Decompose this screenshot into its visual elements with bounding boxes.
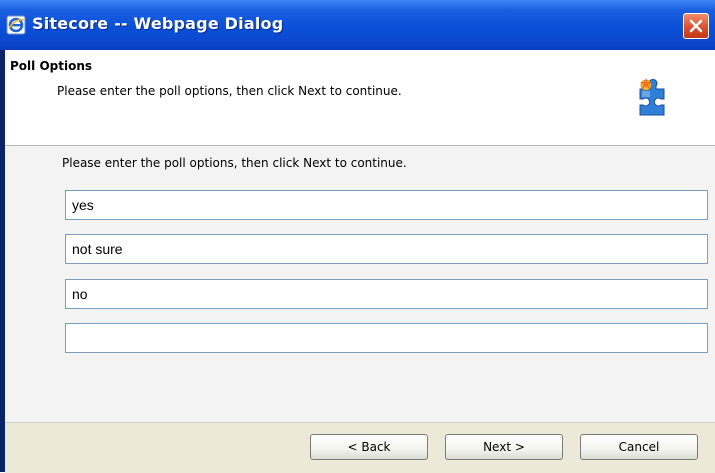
wizard-body: Please enter the poll options, then clic… (5, 146, 715, 422)
close-icon (689, 19, 703, 33)
ie-page-icon (6, 15, 26, 35)
back-button[interactable]: < Back (310, 434, 428, 460)
dialog-window: Sitecore -- Webpage Dialog Poll Options … (0, 0, 715, 473)
poll-option-1-input[interactable] (65, 190, 708, 220)
cancel-button[interactable]: Cancel (580, 434, 698, 460)
poll-option-3-input[interactable] (65, 279, 708, 309)
title-bar[interactable]: Sitecore -- Webpage Dialog (0, 0, 715, 50)
page-title: Poll Options (10, 59, 93, 73)
wizard-footer: < Back Next > Cancel (5, 422, 715, 473)
next-button[interactable]: Next > (445, 434, 563, 460)
dialog-client-area: Poll Options Please enter the poll optio… (5, 50, 715, 473)
window-title: Sitecore -- Webpage Dialog (32, 14, 284, 33)
close-button[interactable] (683, 13, 709, 39)
instruction-text: Please enter the poll options, then clic… (62, 156, 407, 170)
page-subtitle: Please enter the poll options, then clic… (57, 84, 402, 98)
poll-option-4-input[interactable] (65, 323, 708, 353)
poll-option-2-input[interactable] (65, 234, 708, 264)
puzzle-wizard-icon (634, 77, 670, 117)
wizard-header: Poll Options Please enter the poll optio… (5, 50, 715, 146)
